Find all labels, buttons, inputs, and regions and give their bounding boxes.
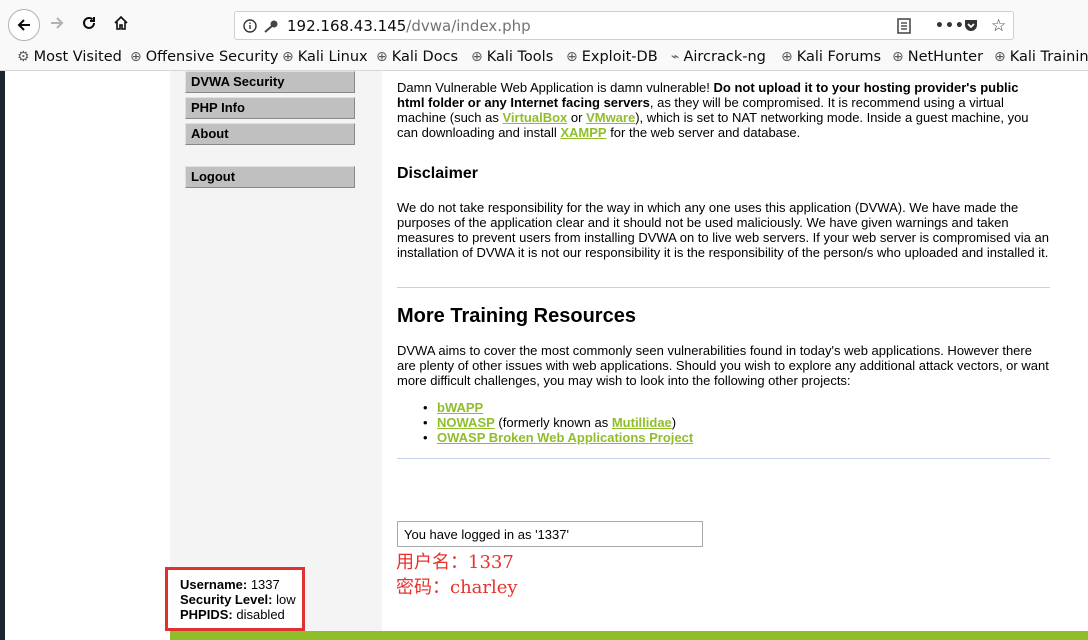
training-text: DVWA aims to cover the most commonly see… (397, 343, 1049, 388)
pocket-icon[interactable] (963, 17, 979, 37)
globe-icon: ⊕ (471, 49, 483, 65)
globe-icon: ⊕ (994, 49, 1006, 65)
reader-view-icon[interactable] (897, 18, 911, 38)
owasp-bwa-link[interactable]: OWASP Broken Web Applications Project (437, 430, 693, 445)
home-icon (114, 15, 128, 30)
login-message: You have logged in as '1337' (397, 521, 703, 547)
globe-icon: ⊕ (130, 49, 142, 65)
divider (397, 458, 1050, 459)
arrow-right-icon (51, 17, 64, 29)
globe-icon: ⊕ (781, 49, 793, 65)
list-item: OWASP Broken Web Applications Project (397, 430, 693, 445)
arrow-left-icon (17, 19, 30, 31)
reload-button[interactable] (74, 8, 104, 38)
key-icon[interactable] (263, 18, 279, 37)
resource-list: bWAPP NOWASP (formerly known as Mutillid… (397, 400, 693, 445)
password-annotation: 密码：charley (396, 577, 518, 598)
bookmark-nethunter[interactable]: ⊕ NetHunter (892, 49, 983, 65)
gear-icon: ⚙ (17, 49, 30, 65)
footer-bar (170, 631, 1088, 640)
menu-dvwa-security[interactable]: DVWA Security (185, 71, 355, 93)
bookmark-exploit-db[interactable]: ⊕ Exploit-DB (566, 49, 658, 65)
bookmark-kali-training[interactable]: ⊕ Kali Trainin (994, 49, 1088, 65)
intro-paragraph: Damn Vulnerable Web Application is damn … (397, 80, 1049, 140)
globe-icon: ⊕ (282, 49, 294, 65)
user-info: Username: 1337 Security Level: low PHPID… (180, 577, 296, 622)
virtualbox-link[interactable]: VirtualBox (503, 110, 568, 125)
bookmark-kali-linux[interactable]: ⊕ Kali Linux (282, 49, 368, 65)
disclaimer-text: We do not take responsibility for the wa… (397, 200, 1049, 260)
phpids-label: PHPIDS: (180, 607, 233, 622)
antenna-icon: ⌁ (671, 49, 680, 65)
security-level-row: Security Level: low (180, 592, 296, 607)
bookmark-kali-forums[interactable]: ⊕ Kali Forums (781, 49, 881, 65)
username-row: Username: 1337 (180, 577, 296, 592)
bookmark-offensive-security[interactable]: ⊕ Offensive Security (130, 49, 279, 65)
vmware-link[interactable]: VMware (586, 110, 635, 125)
url-bar[interactable]: 192.168.43.145/dvwa/index.php ••• ☆ (234, 11, 1014, 40)
more-actions-icon[interactable]: ••• (935, 18, 965, 34)
divider (397, 287, 1050, 288)
xampp-link[interactable]: XAMPP (560, 125, 606, 140)
browser-toolbar: 192.168.43.145/dvwa/index.php ••• ☆ (0, 0, 1088, 47)
training-heading: More Training Resources (397, 305, 636, 327)
security-level-label: Security Level: (180, 592, 273, 607)
menu-about[interactable]: About (185, 123, 355, 145)
intro-text: or (567, 110, 587, 125)
bookmark-kali-tools[interactable]: ⊕ Kali Tools (471, 49, 553, 65)
intro-text: Damn Vulnerable Web Application is damn … (397, 80, 714, 95)
globe-icon: ⊕ (892, 49, 904, 65)
nowasp-link[interactable]: NOWASP (437, 415, 495, 430)
home-button[interactable] (106, 8, 136, 38)
bookmark-most-visited[interactable]: ⚙ Most Visited (17, 49, 122, 65)
bookmark-star-icon[interactable]: ☆ (991, 16, 1006, 36)
info-icon[interactable] (243, 18, 257, 37)
globe-icon: ⊕ (566, 49, 578, 65)
intro-text: for the web server and database. (606, 125, 801, 140)
globe-icon: ⊕ (376, 49, 388, 65)
username-label: Username: (180, 577, 248, 592)
url-text[interactable]: 192.168.43.145/dvwa/index.php (287, 17, 531, 35)
menu-php-info[interactable]: PHP Info (185, 97, 355, 119)
bookmark-aircrack-ng[interactable]: ⌁ Aircrack-ng (671, 49, 766, 65)
bookmarks-toolbar: ⚙ Most Visited ⊕ Offensive Security ⊕ Kali … (0, 46, 1088, 71)
disclaimer-heading: Disclaimer (397, 165, 478, 182)
bookmark-kali-docs[interactable]: ⊕ Kali Docs (376, 49, 458, 65)
back-button[interactable] (8, 9, 40, 41)
list-item: bWAPP (397, 400, 693, 415)
security-level-value: low (272, 592, 296, 607)
forward-button[interactable] (42, 8, 72, 38)
mutillidae-link[interactable]: Mutillidae (612, 415, 672, 430)
phpids-row: PHPIDS: disabled (180, 607, 296, 622)
phpids-value: disabled (232, 607, 285, 622)
username-value: 1337 (247, 577, 280, 592)
list-item: NOWASP (formerly known as Mutillidae) (397, 415, 693, 430)
list-text: ) (671, 415, 677, 430)
username-annotation: 用户名：1337 (396, 552, 514, 573)
menu-logout[interactable]: Logout (185, 166, 355, 188)
list-text: (formerly known as (494, 415, 612, 430)
reload-icon (83, 16, 95, 29)
bwapp-link[interactable]: bWAPP (437, 400, 483, 415)
